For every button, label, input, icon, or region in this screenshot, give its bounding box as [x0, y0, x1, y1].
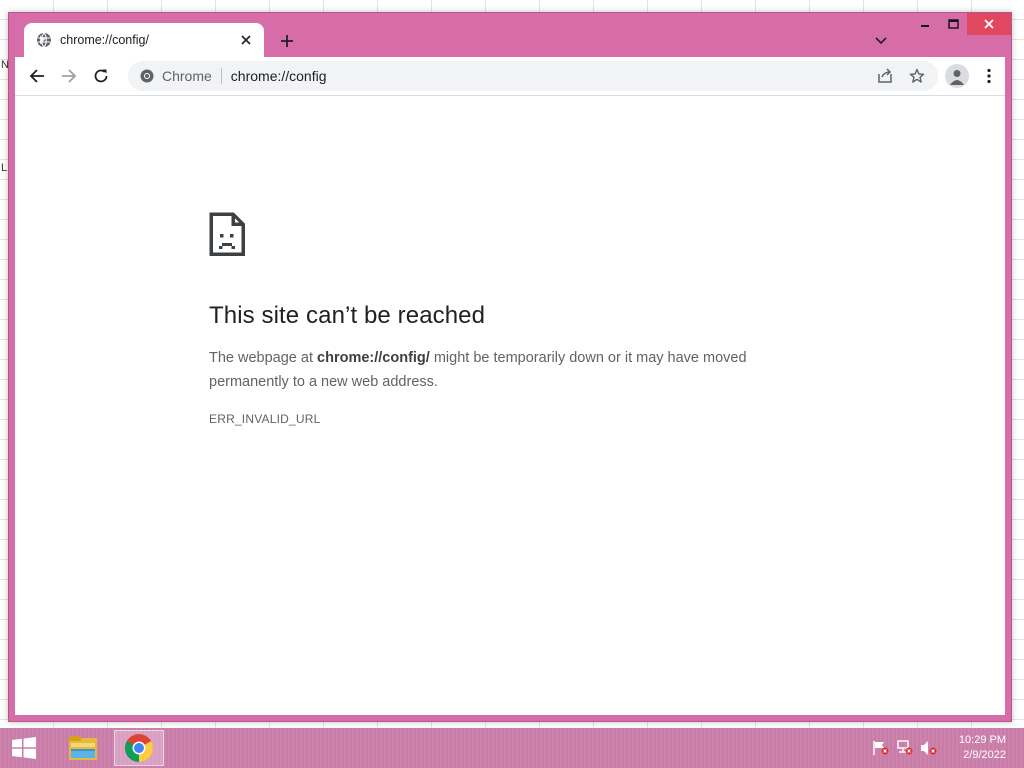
profile-icon [950, 70, 964, 85]
share-button[interactable] [873, 64, 897, 88]
browser-menu-button[interactable] [977, 64, 1001, 88]
maximize-icon [947, 19, 959, 29]
maximize-button[interactable] [939, 13, 967, 35]
tray-volume[interactable] [920, 740, 938, 756]
minimize-button[interactable] [911, 13, 939, 35]
omnibox-divider [220, 68, 222, 84]
close-window-button[interactable] [967, 13, 1011, 35]
browser-toolbar: Chrome chrome://config [15, 57, 1005, 95]
minimize-icon [921, 25, 929, 27]
desktop-edge-text: L [1, 162, 8, 174]
error-description: The webpage at chrome://config/ might be… [209, 346, 809, 394]
forward-button[interactable] [55, 62, 83, 90]
globe-icon [37, 32, 51, 48]
new-tab-button[interactable] [275, 29, 299, 53]
url-text[interactable]: chrome://config [231, 68, 327, 84]
taskbar: 10:29 PM 2/9/2022 [0, 728, 1024, 768]
profile-button[interactable] [945, 64, 969, 88]
chrome-icon [125, 734, 153, 762]
tab-strip: chrome://config/ [9, 13, 1011, 57]
error-description-prefix: The webpage at [209, 350, 318, 366]
address-bar[interactable]: Chrome chrome://config [128, 61, 938, 91]
start-button[interactable] [8, 736, 40, 760]
windows-logo-icon [12, 737, 36, 759]
window-controls [911, 13, 1011, 39]
tray-network[interactable] [896, 740, 914, 756]
close-icon [984, 19, 994, 29]
share-icon [878, 68, 892, 83]
chevron-down-icon [875, 37, 887, 45]
reload-button[interactable] [87, 62, 115, 90]
bookmark-button[interactable] [905, 64, 929, 88]
browser-window: chrome://config/ Chrome chrome://config … [8, 12, 1012, 722]
back-button[interactable] [23, 62, 51, 90]
reload-icon [94, 69, 108, 83]
kebab-menu-icon [987, 68, 991, 84]
tab-search-button[interactable] [871, 31, 891, 51]
error-heading: This site can’t be reached [209, 302, 486, 329]
clock-time: 10:29 PM [958, 734, 1006, 746]
error-url: chrome://config/ [317, 350, 430, 366]
tab-title: chrome://config/ [60, 33, 149, 47]
tray-action-center[interactable] [872, 740, 890, 756]
taskbar-app-file-explorer[interactable] [58, 730, 108, 766]
forward-arrow-icon [62, 69, 77, 83]
tab-active[interactable]: chrome://config/ [24, 23, 264, 57]
clock-date: 2/9/2022 [963, 749, 1006, 761]
folder-icon [69, 736, 97, 760]
volume-muted-icon [921, 741, 937, 755]
sad-page-icon [209, 212, 245, 256]
scheme-chip: Chrome [162, 68, 212, 84]
taskbar-app-chrome[interactable] [114, 730, 164, 766]
chrome-site-icon [140, 69, 154, 83]
back-arrow-icon [29, 69, 44, 83]
network-icon [897, 740, 913, 755]
page-viewport: This site can’t be reached The webpage a… [15, 95, 1005, 715]
system-clock[interactable]: 10:29 PM 2/9/2022 [959, 733, 1006, 763]
star-icon [909, 68, 925, 83]
close-icon[interactable] [238, 32, 254, 48]
flag-icon [873, 741, 889, 755]
plus-icon [281, 35, 293, 47]
error-code: ERR_INVALID_URL [209, 412, 321, 426]
